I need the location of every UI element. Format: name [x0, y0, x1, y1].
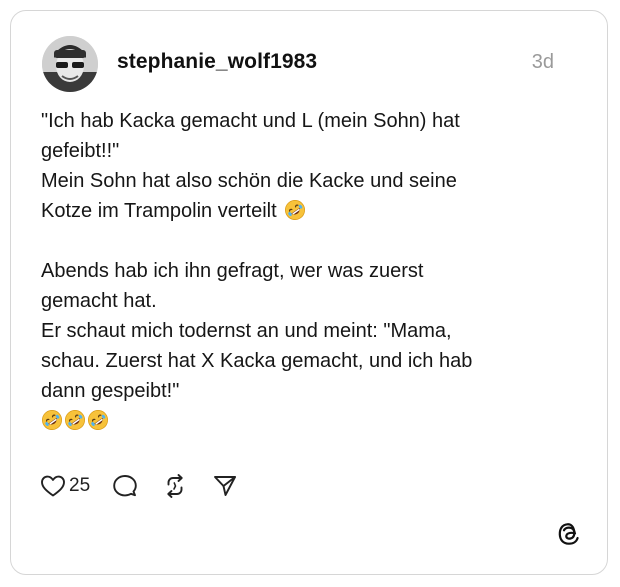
rolling-laughing-emoji-icon: [284, 199, 307, 221]
post-text-line: dann gespeibt!": [41, 380, 180, 402]
post-text-line: Er schaut mich todernst an und meint: "M…: [41, 320, 452, 342]
rolling-laughing-emoji-icon: [87, 409, 109, 431]
avatar-image: [42, 36, 98, 92]
comment-button[interactable]: [112, 473, 138, 499]
post-text-line: Kotze im Trampolin verteilt: [41, 200, 277, 222]
post-text-line: "Ich hab Kacka gemacht und L (mein Sohn)…: [41, 110, 460, 132]
post-text-line: Abends hab ich ihn gefragt, wer was zuer…: [41, 260, 424, 282]
post-text-line: gefeibt!!": [41, 140, 120, 162]
post-text-line-with-emoji: Kotze im Trampolin verteilt: [41, 196, 561, 226]
username[interactable]: stephanie_wolf1983: [117, 50, 317, 74]
rolling-laughing-emoji-icon: [64, 409, 86, 431]
rolling-laughing-emoji-icon: [41, 409, 63, 431]
share-button[interactable]: [212, 473, 238, 499]
post-text-line: Mein Sohn hat also schön die Kacke und s…: [41, 170, 457, 192]
heart-icon: [41, 475, 65, 497]
post-text-line: schau. Zuerst hat X Kacka gemacht, und i…: [41, 350, 473, 372]
repost-icon: [167, 474, 183, 498]
post-timestamp: 3d: [531, 51, 554, 73]
like-count: 25: [69, 475, 91, 496]
post-text: "Ich hab Kacka gemacht und L (mein Sohn)…: [41, 106, 561, 436]
post-actions: 25: [40, 472, 238, 500]
like-button[interactable]: 25: [40, 474, 90, 498]
comment-icon: [113, 475, 137, 497]
avatar[interactable]: [42, 36, 98, 92]
post-text-line: gemacht hat.: [41, 290, 157, 312]
emoji-row: [41, 406, 561, 436]
repost-button[interactable]: [162, 473, 188, 499]
threads-logo-icon[interactable]: [556, 521, 582, 547]
share-icon: [214, 476, 237, 496]
